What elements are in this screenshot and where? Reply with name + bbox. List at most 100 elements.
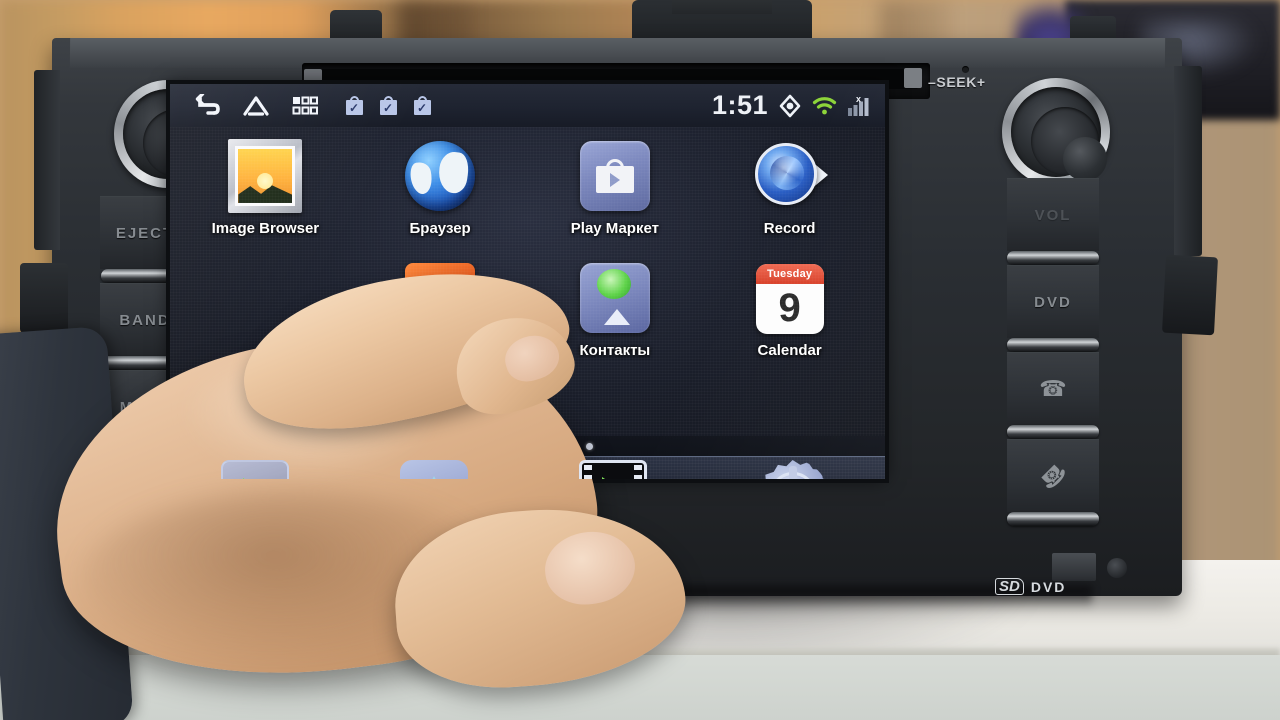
wifi-icon (812, 96, 837, 114)
gear-stem (788, 466, 797, 479)
app-label: Контакты (579, 342, 651, 359)
page-dot-4[interactable] (555, 442, 562, 450)
app-label: Image Browser (211, 220, 320, 237)
app-contacts[interactable]: Контакты (528, 255, 703, 377)
page-dot-5[interactable] (586, 442, 593, 450)
status-bar: ✓ ✓ ✓ 1:51 x (170, 84, 885, 127)
calendar-weekday: Tuesday (755, 264, 824, 284)
dvd-button-label: DVD (1034, 293, 1072, 311)
sd-card-slot[interactable] (1052, 553, 1096, 581)
browser-globe-icon[interactable] (403, 139, 477, 213)
image-browser-icon[interactable] (228, 139, 303, 213)
band-button-label: BAND (119, 311, 171, 329)
recent-apps-icon[interactable] (292, 95, 318, 117)
phone-answer-icon: ☎ (1039, 376, 1067, 401)
dvd-label: DVD (1030, 578, 1067, 595)
table-lower-front (0, 655, 1280, 720)
app-occluded-by-hand[interactable] (178, 255, 353, 377)
app-label: Play Маркет (570, 220, 659, 237)
sd-card-icon: SD (995, 578, 1024, 595)
camera-lens (754, 143, 817, 205)
app-label: Ebook (417, 342, 464, 359)
app-record[interactable]: Record (702, 133, 877, 255)
clock: 1:51 (711, 90, 768, 120)
record-camera-icon[interactable] (753, 139, 828, 213)
back-icon[interactable] (192, 93, 220, 118)
chassis-left-clip (20, 263, 68, 333)
dock-bar (170, 456, 885, 479)
dock-settings[interactable] (758, 460, 834, 479)
app-label: Браузер (409, 220, 471, 237)
bag-check-mark: ✓ (349, 101, 360, 115)
app-browser[interactable]: Браузер (353, 133, 528, 255)
cellular-signal-icon: x (848, 95, 869, 116)
page-dot-2[interactable] (493, 442, 500, 450)
settings-gear-icon (758, 460, 828, 479)
play-store-icon[interactable] (578, 139, 652, 213)
seek-label: –SEEK+ (928, 74, 986, 90)
calendar-tile: Tuesday 9 (755, 264, 824, 334)
play-store-bag-icon-2[interactable]: ✓ (380, 96, 397, 115)
chassis-left-ear (34, 70, 60, 250)
app-label: Record (763, 220, 816, 237)
status-indicators: 1:51 x (712, 84, 871, 127)
dvd-button[interactable]: DVD (1007, 265, 1099, 338)
button-separator-r4 (1007, 512, 1099, 526)
ebook-tile (405, 263, 476, 333)
dock-video-player[interactable] (578, 460, 655, 479)
page-dot-3[interactable] (524, 442, 531, 450)
bag-check-mark-3: ✓ (417, 101, 428, 115)
reset-hole (1107, 558, 1127, 578)
cd-slot-tab-right (904, 68, 922, 88)
notification-icons: ✓ ✓ ✓ (346, 96, 431, 115)
gps-icon (779, 94, 801, 117)
globe-sphere (405, 141, 476, 211)
eject-button-label: EJECT (115, 224, 175, 242)
contacts-tile (579, 263, 650, 333)
calendar-icon[interactable]: Tuesday 9 (753, 261, 827, 335)
play-store-bag-icon-3[interactable]: ✓ (414, 96, 431, 115)
image-browser-frame (228, 139, 303, 213)
image-browser-photo (235, 146, 296, 206)
page-dot-1[interactable] (462, 442, 469, 450)
page-indicator (170, 436, 885, 456)
calendar-day-number: 9 (778, 286, 801, 330)
seek-knob-ridge (1031, 107, 1107, 181)
cellular-x-label: x (856, 95, 861, 104)
call-end-button[interactable]: ☎ (1007, 439, 1099, 512)
seek-knob[interactable] (1002, 78, 1110, 186)
play-store-tile (579, 141, 650, 211)
ebook-icon[interactable] (403, 261, 477, 335)
dock-music-player[interactable] (221, 460, 297, 479)
app-image-browser[interactable]: Image Browser (178, 133, 353, 255)
film-play-icon (578, 460, 647, 479)
record-camera (753, 139, 828, 211)
contacts-icon[interactable] (578, 261, 652, 335)
play-store-bag-icon[interactable]: ✓ (346, 96, 363, 115)
button-separator-r3 (1007, 425, 1099, 439)
navigation-arrow-icon (400, 460, 469, 479)
touchscreen-display[interactable]: ✓ ✓ ✓ 1:51 x Image Browser Браузер Play … (170, 84, 885, 479)
home-screen-apps: Image Browser Браузер Play Маркет Record… (170, 127, 885, 437)
app-grid: Image Browser Браузер Play Маркет Record… (170, 127, 885, 437)
play-store-bag (595, 159, 634, 193)
vol-button[interactable]: VOL (1007, 178, 1099, 251)
seek-knob-cap (1063, 137, 1107, 181)
mounting-bracket-center-top (672, 0, 772, 14)
seek-knob-face (1011, 87, 1107, 181)
play-bag-triangle (609, 173, 620, 187)
vol-button-label: VOL (1034, 206, 1072, 224)
button-separator-r2 (1007, 338, 1099, 352)
button-separator-r1 (1007, 251, 1099, 265)
app-play-market[interactable]: Play Маркет (528, 133, 703, 255)
call-answer-button[interactable]: ☎ (1007, 352, 1099, 425)
app-calendar[interactable]: Tuesday 9 Calendar (702, 255, 877, 377)
film-play-triangle (601, 477, 628, 479)
music-play-icon (221, 460, 290, 479)
app-ebook[interactable]: Ebook (353, 255, 528, 377)
status-led (962, 66, 969, 73)
chassis-bottom-shadow (142, 586, 1092, 608)
dock-navigation[interactable] (400, 460, 476, 479)
chassis-right-clip (1161, 254, 1219, 336)
home-icon[interactable] (242, 94, 270, 118)
